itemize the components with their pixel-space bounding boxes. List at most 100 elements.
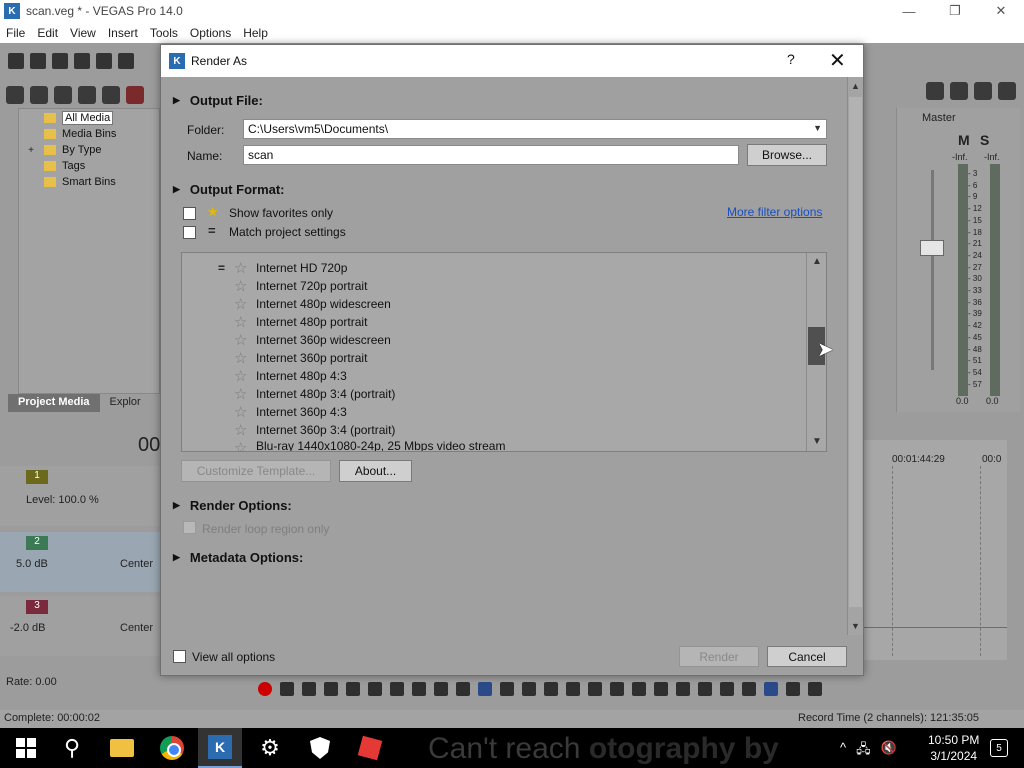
star-outline-icon[interactable]: ☆ [234,421,256,439]
template-item[interactable]: ☆ Internet 480p 4:3 [182,367,806,385]
more-filter-options-link[interactable]: More filter options [727,205,822,219]
selection-tool-icon[interactable] [522,682,536,696]
properties-gear-icon[interactable] [118,53,134,69]
notification-badge[interactable]: 5 [990,739,1008,757]
star-outline-icon[interactable]: ☆ [234,331,256,349]
template-item[interactable]: ☆ Internet 360p 3:4 (portrait) [182,421,806,439]
star-outline-icon[interactable]: ☆ [234,313,256,331]
search-icon[interactable]: ⚲ [58,734,86,762]
split-icon[interactable] [654,682,668,696]
output-format-section[interactable]: ▶ Output Format: [173,182,285,197]
trim-end-icon[interactable] [632,682,646,696]
star-outline-icon[interactable]: ☆ [234,439,256,451]
zoom-tool-icon[interactable] [544,682,558,696]
template-item[interactable]: = ☆ Internet HD 720p [182,259,806,277]
stop-icon[interactable] [368,682,382,696]
media-tool-1-icon[interactable] [6,86,24,104]
play-from-start-icon[interactable] [302,682,316,696]
mixer-tool-icon[interactable] [950,82,968,100]
save-icon[interactable] [52,53,68,69]
track-header-3[interactable]: 3 -2.0 dB Center [0,596,160,656]
render-icon[interactable] [96,53,112,69]
open-folder-icon[interactable] [30,53,46,69]
template-item[interactable]: ☆ Internet 480p portrait [182,313,806,331]
auto-ripple-icon[interactable] [786,682,800,696]
save-as-icon[interactable] [74,53,90,69]
browse-button[interactable]: Browse... [747,144,827,166]
star-outline-icon[interactable]: ☆ [234,349,256,367]
tree-item-tags[interactable]: Tags [26,158,116,174]
roblox-icon[interactable] [356,734,384,762]
template-item[interactable]: ☆ Internet 360p 4:3 [182,403,806,421]
star-outline-icon[interactable]: ☆ [234,403,256,421]
network-icon[interactable]: 🖧 [856,740,871,762]
mixer-tool-icon[interactable] [998,82,1016,100]
star-outline-icon[interactable]: ☆ [234,295,256,313]
template-item[interactable]: ☆ Internet 360p widescreen [182,331,806,349]
tree-item-by-type[interactable]: + By Type [26,142,116,158]
scroll-down-icon[interactable]: ▼ [812,436,822,447]
media-tool-4-icon[interactable] [78,86,96,104]
cancel-button[interactable]: Cancel [767,646,847,667]
record-icon[interactable] [258,682,272,696]
play-icon[interactable] [324,682,338,696]
loop-icon[interactable] [280,682,294,696]
settings-gear-icon[interactable]: ⚙ [256,734,284,762]
render-button[interactable]: Render [679,646,759,667]
template-list[interactable]: = ☆ Internet HD 720p ☆ Internet 720p por… [181,252,827,452]
customize-template-button[interactable]: Customize Template... [181,460,331,482]
template-item[interactable]: ☆ Internet 720p portrait [182,277,806,295]
scroll-up-icon[interactable]: ▲ [812,256,822,267]
star-outline-icon[interactable]: ☆ [234,277,256,295]
start-button[interactable] [12,734,40,762]
envelope-tool-icon[interactable] [500,682,514,696]
close-app-button[interactable]: ✕ [978,0,1024,22]
output-file-section[interactable]: ▶ Output File: [173,93,263,108]
marker-icon[interactable] [698,682,712,696]
name-field[interactable]: scan [243,145,739,165]
prev-frame-icon[interactable] [434,682,448,696]
next-frame-icon[interactable] [456,682,470,696]
file-explorer-icon[interactable] [108,734,136,762]
edit-tool-icon[interactable] [478,682,492,696]
menu-file[interactable]: File [0,26,31,40]
snapping-icon[interactable] [742,682,756,696]
remove-media-icon[interactable] [126,86,144,104]
view-all-options-checkbox[interactable] [173,650,186,663]
lock-envelopes-icon[interactable] [808,682,822,696]
folder-dropdown[interactable]: C:\Users\vm5\Documents\ ▼ [243,119,827,139]
auto-crossfade-icon[interactable] [764,682,778,696]
minimize-button[interactable]: — [886,0,932,22]
tab-project-media[interactable]: Project Media [8,394,100,412]
expand-icon[interactable]: + [26,145,36,156]
close-dialog-button[interactable]: ✕ [829,48,846,73]
menu-tools[interactable]: Tools [144,26,184,40]
menu-help[interactable]: Help [237,26,274,40]
mixer-gear-icon[interactable] [926,82,944,100]
template-item[interactable]: ☆ Internet 480p widescreen [182,295,806,313]
media-tool-3-icon[interactable] [54,86,72,104]
help-button[interactable]: ? [787,51,795,67]
mute-button[interactable]: M [958,132,970,148]
scroll-down-icon[interactable]: ▼ [851,621,860,631]
tree-item-all-media[interactable]: All Media [26,110,116,126]
volume-muted-icon[interactable]: 🔇 [881,740,897,762]
star-outline-icon[interactable]: ☆ [234,367,256,385]
taskbar-clock[interactable]: 10:50 PM 3/1/2024 [928,732,979,764]
master-fader[interactable] [920,240,944,256]
vegas-taskbar-icon[interactable]: K [198,728,242,768]
menu-options[interactable]: Options [184,26,237,40]
chrome-icon[interactable] [158,734,186,762]
mixer-tool-icon[interactable] [974,82,992,100]
star-outline-icon[interactable]: ☆ [234,385,256,403]
menu-insert[interactable]: Insert [102,26,144,40]
menu-view[interactable]: View [64,26,102,40]
media-tool-2-icon[interactable] [30,86,48,104]
render-options-section[interactable]: ▶ Render Options: [173,498,292,513]
pause-icon[interactable] [346,682,360,696]
maximize-button[interactable]: ❐ [932,0,978,22]
tree-item-smart-bins[interactable]: Smart Bins [26,174,116,190]
trim-start-icon[interactable] [610,682,624,696]
scroll-thumb[interactable] [849,97,862,607]
star-outline-icon[interactable]: ☆ [234,259,256,277]
